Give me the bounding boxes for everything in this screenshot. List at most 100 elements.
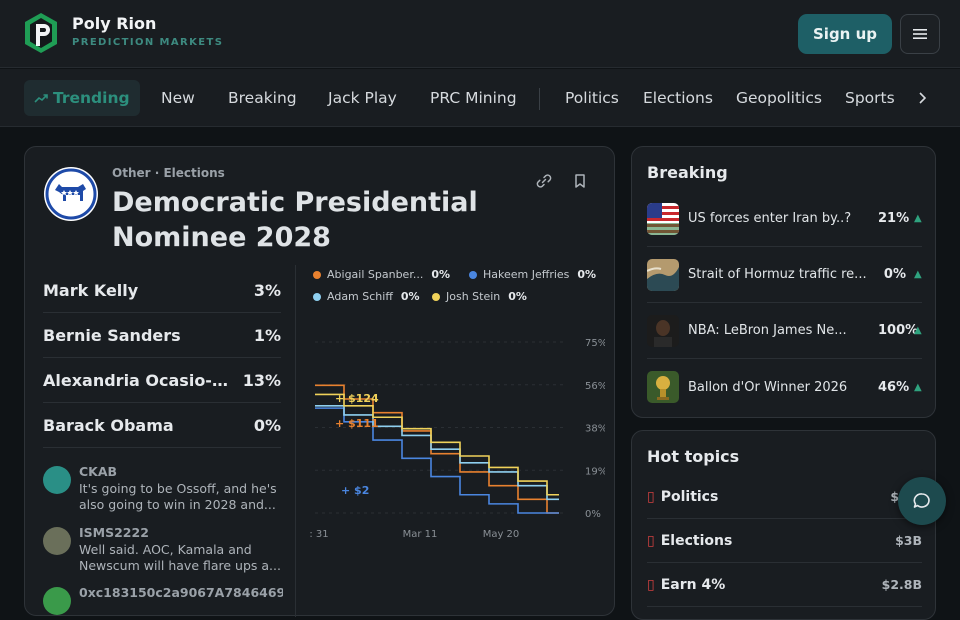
chart-annotation: + $2 [341, 484, 369, 497]
strait-map-thumbnail [647, 258, 679, 291]
tab-politics[interactable]: Politics [565, 69, 619, 127]
tab-breaking[interactable]: Breaking [228, 69, 297, 127]
legend-item[interactable]: Adam Schiff 0% [313, 290, 420, 303]
democrat-donkey-icon [44, 167, 98, 221]
hot-topic-label: Earn 4% [660, 576, 726, 593]
outcome-name: Barack Obama [43, 415, 174, 435]
comment-text: It's going to be Ossoff, and he's also g… [79, 481, 277, 512]
comment-item: ISMS2222 Well said. AOC, Kamala and News… [43, 525, 283, 581]
legend-value: 0% [577, 268, 597, 281]
hot-topic-label: Elections [660, 532, 733, 549]
legend-swatch [432, 292, 440, 301]
hot-topics-title: Hot topics [647, 447, 740, 466]
legend-label: Hakeem Jeffries [483, 268, 570, 281]
tab-jack-play[interactable]: Jack Play [328, 69, 397, 127]
comment-username[interactable]: 0xc183150c2a9067A7846469 [79, 585, 283, 600]
outcome-row[interactable]: Bernie Sanders 1% [43, 313, 281, 358]
avatar[interactable] [43, 466, 71, 494]
us-flag-thumbnail [647, 202, 679, 235]
chat-bubble-icon [913, 493, 930, 508]
signup-button[interactable]: Sign up [798, 14, 892, 54]
breaking-item-percent: 100% [878, 323, 919, 338]
legend-label: Abigail Spanber... [327, 268, 424, 281]
tab-elections[interactable]: Elections [643, 69, 713, 127]
breaking-item-percent: 21% [878, 211, 910, 226]
breaking-item-text: NBA: LeBron James Ne... [688, 323, 847, 338]
brand-subtitle: PREDICTION MARKETS [72, 37, 224, 48]
outcome-name: Bernie Sanders [43, 325, 181, 345]
y-tick-label: 75% [585, 338, 605, 349]
comment-username[interactable]: CKAB [79, 464, 117, 479]
breaking-item[interactable]: Strait of Hormuz traffic re... 0% ▲ [647, 247, 922, 303]
legend-item[interactable]: Hakeem Jeffries 0% [469, 268, 596, 281]
hot-topic-item[interactable]: ▯ Elections $3B [647, 519, 922, 563]
comment-text: Well said. AOC, Kamala and Newscum will … [79, 542, 281, 573]
comment-username[interactable]: ISMS2222 [79, 525, 149, 540]
avatar[interactable] [43, 527, 71, 555]
hot-topic-label: Politics [660, 488, 719, 505]
x-tick-label: Mar 11 [403, 529, 438, 540]
nav-scroll-right[interactable] [918, 69, 926, 127]
market-card: Other · Elections Democratic Presidentia… [24, 146, 615, 617]
topic-icon: ▯ [647, 532, 655, 549]
hamburger-icon [913, 29, 927, 39]
trophy-thumbnail [647, 371, 679, 403]
outcome-name: Alexandria Ocasio-C... [43, 370, 233, 390]
series-line [315, 393, 559, 496]
outcome-row[interactable]: Alexandria Ocasio-C... 13% [43, 358, 281, 403]
tab-sports[interactable]: Sports [845, 69, 895, 127]
y-tick-label: 19% [585, 466, 605, 477]
legend-swatch [469, 270, 477, 279]
legend-value: 0% [508, 290, 527, 303]
breaking-item[interactable]: US forces enter Iran by..? 21% ▲ [647, 191, 922, 247]
legend-item[interactable]: Josh Stein 0% [432, 290, 527, 303]
topic-icon: ▯ [647, 488, 655, 505]
outcome-percent: 1% [253, 325, 281, 345]
legend-value: 0% [400, 290, 420, 303]
brand-logo-icon[interactable] [24, 12, 58, 54]
menu-button[interactable] [900, 14, 940, 54]
tab-geopolitics[interactable]: Geopolitics [736, 69, 822, 127]
chevron-right-icon [919, 92, 926, 104]
triangle-up-icon: ▲ [914, 213, 922, 224]
legend-label: Josh Stein [446, 290, 501, 303]
outcome-row[interactable]: Barack Obama 0% [43, 403, 281, 448]
chart-annotation: + $124 [335, 392, 379, 405]
hot-topic-item[interactable]: ▯ Earn 4% $2.8B [647, 563, 922, 607]
category-nav: Trending New Breaking Jack Play PRC Mini… [0, 69, 960, 127]
avatar[interactable] [43, 587, 71, 615]
breaking-item-text: US forces enter Iran by..? [688, 211, 852, 226]
chat-button[interactable] [898, 477, 946, 525]
x-tick-label: May 20 [483, 529, 520, 540]
comment-item: CKAB It's going to be Ossoff, and he's a… [43, 464, 283, 520]
hot-topics-card: Hot topics ▯Politics $4... ▯Elections $3… [631, 430, 936, 620]
breaking-title: Breaking [647, 163, 728, 182]
outcome-row[interactable]: Mark Kelly 3% [43, 268, 281, 313]
column-divider [295, 265, 296, 617]
y-tick-label: 0% [585, 509, 601, 520]
triangle-up-icon: ▲ [914, 381, 922, 393]
market-category[interactable]: Other · Elections [112, 166, 225, 180]
brand-name[interactable]: Poly Rion [72, 14, 156, 33]
triangle-up-icon: ▲ [914, 325, 922, 336]
legend-swatch [313, 292, 321, 301]
breaking-item[interactable]: NBA: LeBron James Ne... 100% ▲ [647, 303, 922, 359]
link-icon[interactable] [534, 171, 554, 191]
outcome-percent: 3% [253, 280, 281, 300]
tab-prc-mining[interactable]: PRC Mining [430, 69, 517, 127]
hot-topic-volume: $2.8B [881, 577, 922, 592]
hot-topic-item[interactable]: ▯Politics $4... [647, 475, 922, 519]
bookmark-icon[interactable] [570, 171, 590, 191]
legend-label: Adam Schiff [327, 290, 393, 303]
breaking-item-text: Ballon d'Or Winner 2026 [688, 379, 848, 395]
x-tick-label: : 31 [309, 529, 328, 540]
legend-value: 0% [431, 268, 451, 281]
breaking-item[interactable]: Ballon d'Or Winner 2026 46% ▲ [647, 359, 922, 415]
price-history-chart[interactable]: 75% 56% 38% 19% 0%: 31 Mar 11 May 20 + $124 + $1… [305, 322, 605, 547]
legend-swatch [313, 270, 321, 279]
tab-trending[interactable]: Trending [24, 80, 140, 116]
y-tick-label: 56% [585, 381, 605, 392]
tab-new[interactable]: New [161, 69, 195, 127]
player-photo-thumbnail [647, 314, 679, 347]
legend-item[interactable]: Abigail Spanber... 0% [313, 268, 450, 281]
